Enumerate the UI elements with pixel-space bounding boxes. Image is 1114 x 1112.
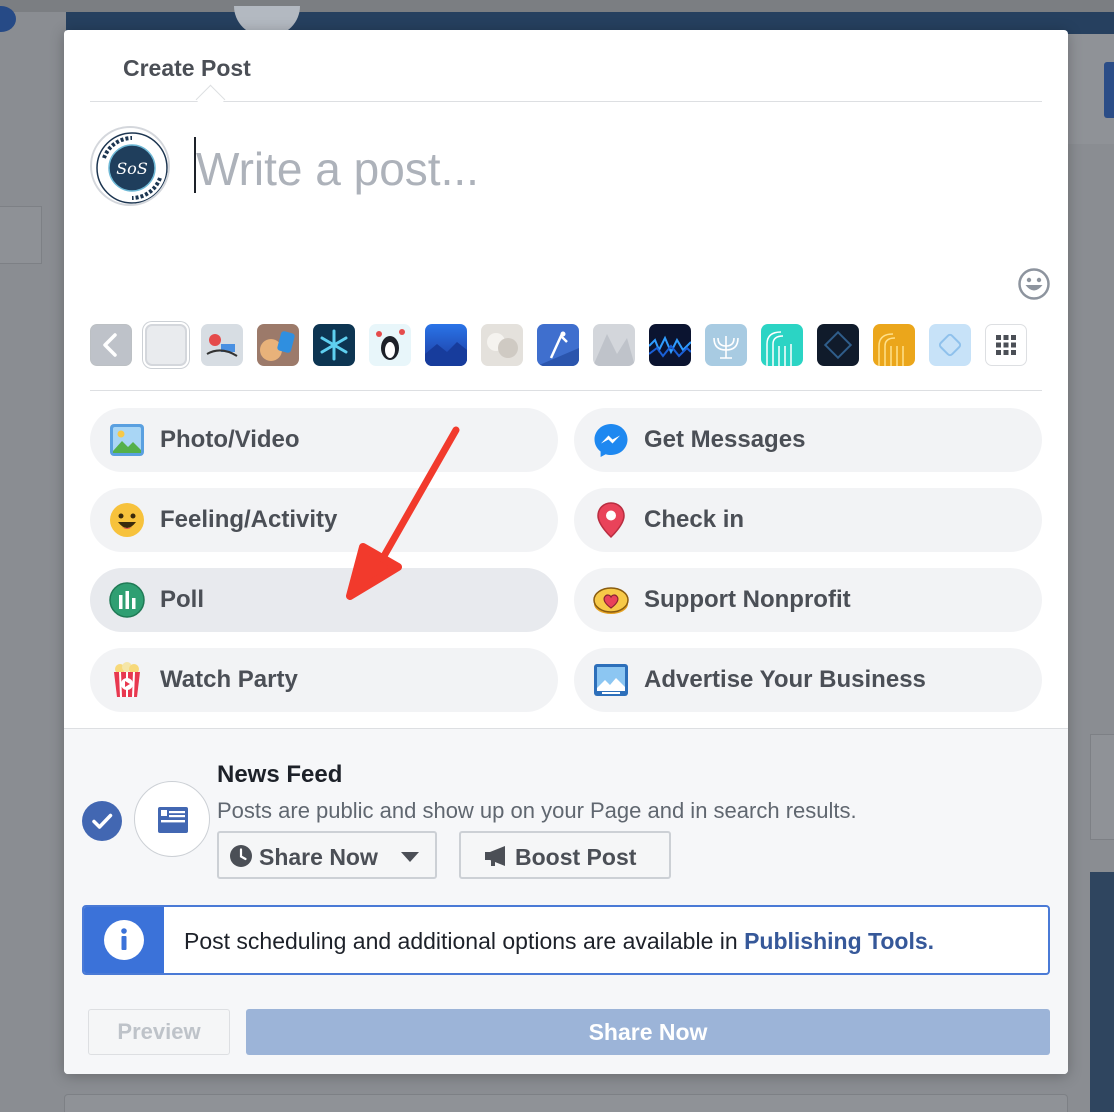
share-now-dropdown[interactable]: Share Now (217, 831, 437, 879)
background-swatch-frost[interactable] (593, 324, 635, 366)
watch-party-icon (114, 662, 140, 698)
info-text: Post scheduling and additional options a… (184, 928, 934, 955)
option-label: Advertise Your Business (644, 666, 926, 693)
background-swatch-penguins[interactable] (369, 324, 411, 366)
megaphone-icon (485, 846, 505, 866)
background-swatch-comic-stickers[interactable] (201, 324, 243, 366)
publishing-tools-notice: Post scheduling and additional options a… (82, 905, 1050, 975)
option-photo-video[interactable]: Photo/Video (90, 408, 558, 472)
option-advertise-your-business[interactable]: Advertise Your Business (574, 648, 1042, 712)
share-now-label: Share Now (259, 844, 378, 870)
create-post-dialog: Create Post SoS Write a post... Photo/Vi… (64, 30, 1068, 1074)
background-page-button (1104, 62, 1114, 118)
audience-panel: News Feed Posts are public and show up o… (64, 728, 1068, 1074)
background-swatch-figure-skater[interactable] (537, 324, 579, 366)
background-swatch-menorah[interactable] (705, 324, 747, 366)
option-label: Poll (160, 586, 205, 613)
background-swatch-teal-candles[interactable] (761, 324, 803, 366)
option-poll[interactable]: Poll (90, 568, 558, 632)
option-feeling-activity[interactable]: Feeling/Activity (90, 488, 558, 552)
background-swatch-cotton[interactable] (481, 324, 523, 366)
location-pin-icon (597, 502, 625, 539)
info-message: Post scheduling and additional options a… (184, 928, 745, 954)
news-feed-title: News Feed (217, 761, 343, 788)
info-notice-side (84, 907, 164, 973)
feeling-icon (110, 503, 144, 537)
preview-button[interactable]: Preview (88, 1009, 230, 1055)
svg-text:SoS: SoS (116, 159, 148, 178)
background-page-post (64, 1094, 1068, 1112)
option-label: Support Nonprofit (644, 586, 851, 613)
more-backgrounds-button[interactable] (985, 324, 1027, 366)
option-label: Feeling/Activity (160, 506, 338, 533)
grid-icon (996, 335, 1016, 355)
share-now-button[interactable]: Share Now (246, 1009, 1050, 1055)
tab-create-post[interactable]: Create Post (123, 55, 251, 82)
publishing-tools-link[interactable]: Publishing Tools. (744, 928, 934, 954)
page-avatar[interactable]: SoS (90, 126, 170, 206)
background-swatch-light-dreidel[interactable] (929, 324, 971, 366)
clock-icon (230, 845, 252, 867)
tab-active-caret (198, 87, 226, 103)
info-icon (104, 920, 144, 960)
option-label: Check in (644, 506, 745, 533)
background-swatch-dark-dreidel[interactable] (817, 324, 859, 366)
option-support-nonprofit[interactable]: Support Nonprofit (574, 568, 1042, 632)
advertise-icon (594, 664, 628, 696)
sos-logo-icon: SoS (94, 130, 168, 204)
poll-icon (109, 582, 145, 618)
option-get-messages[interactable]: Get Messages (574, 408, 1042, 472)
background-swatch-none[interactable] (145, 324, 187, 366)
background-swatch-snowflake[interactable] (313, 324, 355, 366)
news-feed-description: Posts are public and show up on your Pag… (217, 798, 857, 823)
news-feed-badge (134, 781, 210, 857)
news-feed-icon (158, 807, 188, 833)
chevron-left-icon (91, 325, 131, 365)
option-label: Get Messages (644, 426, 806, 453)
option-check-in[interactable]: Check in (574, 488, 1042, 552)
dialog-header: Create Post (90, 30, 1042, 102)
background-swatch-gold-candles[interactable] (873, 324, 915, 366)
backgrounds-scroll-left-button[interactable] (90, 324, 132, 366)
news-feed-checkbox[interactable] (82, 801, 122, 841)
background-swatch-blue-mountains[interactable] (425, 324, 467, 366)
background-page-image (1090, 872, 1114, 1112)
emoji-picker-icon[interactable] (1017, 267, 1051, 301)
caret-down-icon (401, 852, 419, 862)
photo-video-icon (110, 424, 144, 456)
nonprofit-heart-icon (593, 587, 629, 614)
option-label: Watch Party (160, 666, 298, 693)
divider (90, 390, 1042, 391)
post-composer-input[interactable] (194, 134, 974, 204)
background-page-card (1090, 734, 1114, 840)
background-page-panel (0, 206, 42, 264)
boost-post-button[interactable]: Boost Post (459, 831, 671, 879)
background-page-strip (0, 0, 1114, 12)
background-swatch-drinks[interactable] (257, 324, 299, 366)
background-selector (90, 324, 1042, 366)
background-swatch-waves-dark[interactable] (649, 324, 691, 366)
messenger-icon (594, 424, 628, 457)
option-watch-party[interactable]: Watch Party (90, 648, 558, 712)
checkmark-icon (92, 813, 113, 829)
option-label: Photo/Video (160, 426, 300, 453)
boost-post-label: Boost Post (515, 844, 637, 870)
